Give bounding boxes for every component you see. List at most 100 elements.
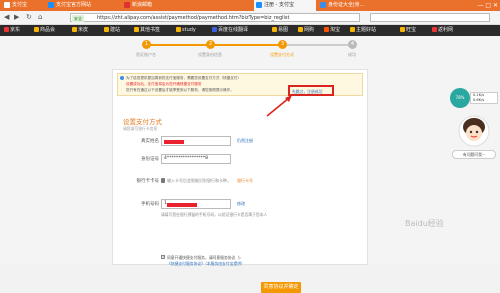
bookmark-item[interactable]: 京东 — [4, 25, 20, 36]
speed-badge: 0.1K/s 0.6K/s — [470, 92, 498, 104]
bookmark-icon — [134, 27, 139, 32]
bookmark-icon — [72, 27, 77, 32]
step-label: 成功 — [348, 52, 356, 57]
bookmark-label: 网购 — [304, 27, 315, 33]
bookmark-icon — [4, 27, 9, 32]
browser-tab-bar: 支付宝 支付宝官方网站 新浪邮箱 注册 - 支付宝 身份证大全|身… — □ ✕ — [0, 0, 500, 11]
step-label: 设置身份信息 — [198, 52, 222, 57]
refresh-icon[interactable]: ↻ — [26, 13, 32, 22]
id-label: 身份证号 — [141, 157, 159, 162]
agree-checkbox[interactable]: ✓ — [161, 255, 165, 259]
bookmark-item[interactable]: 米皮 — [72, 25, 88, 36]
network-widget[interactable]: 78% 0.1K/s 0.6K/s — [450, 88, 498, 108]
bookmark-label: 旺宝 — [406, 27, 417, 33]
bookmark-label: 返利网 — [438, 27, 454, 33]
bookmark-item[interactable]: 返利网 — [432, 25, 453, 36]
card-hint-link[interactable]: 银行卡号 — [237, 178, 253, 184]
search-input[interactable] — [370, 13, 490, 22]
name-label: 真实姓名 — [141, 139, 159, 144]
phone-label: 手机号码 — [141, 202, 159, 207]
redaction-mark — [167, 203, 197, 207]
step-dot: 1 — [142, 40, 151, 49]
bookmark-label: 其他书签 — [140, 27, 161, 33]
phone-hint-link[interactable]: 修改 — [237, 201, 245, 207]
bookmark-item[interactable]: 其他书签 — [134, 25, 160, 36]
bookmark-icon — [324, 27, 329, 32]
step-dot: 2 — [206, 40, 215, 49]
tab-register-alipay[interactable]: 注册 - 支付宝 — [254, 0, 316, 11]
arrow-annotation — [266, 95, 292, 117]
bookmark-label: 京东 — [10, 27, 21, 33]
info-icon — [120, 76, 124, 80]
bookmark-label: 淘宝 — [330, 27, 341, 33]
bookmark-icon — [272, 27, 277, 32]
tab-alipay-official[interactable]: 支付宝官方网站 — [46, 0, 118, 11]
mascot-avatar[interactable] — [458, 115, 490, 147]
bookmark-item[interactable]: 易图 — [272, 25, 288, 36]
bookmark-label: 米皮 — [78, 27, 89, 33]
tab-label: 注册 - 支付宝 — [264, 2, 294, 8]
help-button[interactable]: 有问题问我~ — [452, 150, 496, 159]
submit-button[interactable]: 同意协议并确定 — [261, 282, 301, 293]
agreement-link[interactable]: 《快捷支付服务协议》（本服务由支付宝提供） — [167, 261, 245, 267]
bookmark-label: 易图 — [278, 27, 289, 33]
bookmark-item[interactable]: 网购 — [298, 25, 314, 36]
alipay-icon — [4, 1, 10, 8]
alipay-icon — [256, 1, 262, 8]
phone-sub-text: 请填写您在银行预留的手机号码，以验证银行卡是否属于您本人 — [161, 212, 268, 217]
notice-line: 为了给您提供更加周到的支付宝服务，需要您设置支付方式（快捷支付） — [126, 76, 241, 80]
tab-label: 支付宝 — [12, 2, 28, 8]
url-input[interactable]: 安全 https://zht.alipay.com/assist/paymeth… — [70, 13, 360, 22]
bookmark-icon — [34, 27, 39, 32]
mascot-icon — [458, 115, 490, 147]
redaction-mark — [164, 140, 184, 144]
step-label: 设置支付方式 — [270, 52, 294, 57]
tab-alipay[interactable]: 支付宝 — [2, 0, 44, 11]
bookmark-item[interactable]: study — [176, 25, 196, 36]
bookmark-label: 主题好站 — [356, 27, 377, 33]
phone-field[interactable]: 1 — [161, 199, 231, 209]
bookmark-item[interactable]: 建站 — [104, 25, 120, 36]
bookmark-label: 百度在线翻译 — [218, 27, 249, 33]
form-title: 设置支付方式 — [123, 118, 162, 126]
bookmark-item[interactable]: 百度在线翻译 — [212, 25, 248, 36]
forward-icon[interactable]: ▶ — [14, 13, 19, 22]
window-controls[interactable]: — □ ✕ — [477, 0, 498, 11]
form-subtitle: 请您填写银行卡信息 — [123, 126, 158, 131]
alipay-icon — [48, 1, 54, 8]
bookmark-item[interactable]: 旺宝 — [400, 25, 416, 36]
id-number-field[interactable]: 4*****************8 — [161, 154, 231, 164]
watermark: Baidu经验 — [405, 219, 444, 228]
bookmark-icon — [432, 27, 437, 32]
card-sub-text: 输入卡号后会智能识别银行和卡种。 — [167, 178, 231, 183]
bookmark-item[interactable]: 淘宝 — [324, 25, 340, 36]
tab-sina-mail[interactable]: 新浪邮箱 — [122, 0, 180, 11]
phone-row: 手机号码 1 修改 — [113, 199, 369, 211]
url-text: https://zht.alipay.com/assist/paymethod/… — [97, 15, 290, 21]
card-row: 银行卡卡号 输入卡号后会智能识别银行和卡种。 银行卡号 — [113, 176, 369, 188]
back-icon[interactable]: ◀ — [4, 13, 9, 22]
home-icon[interactable]: ⌂ — [38, 13, 42, 22]
bookmark-item[interactable]: 主题好站 — [350, 25, 376, 36]
skip-link[interactable]: 先跳过，注册成功 — [292, 89, 322, 95]
name-field[interactable] — [161, 136, 231, 146]
name-hint-link[interactable]: 仍然注册 — [237, 138, 253, 144]
bookmark-icon — [176, 27, 181, 32]
secure-badge: 安全 — [72, 15, 84, 22]
name-row: 真实姓名 仍然注册 — [113, 136, 369, 148]
bookmark-icon — [350, 27, 355, 32]
bookmark-label: 建站 — [110, 27, 121, 33]
site-icon — [320, 1, 326, 8]
step-progress — [150, 44, 282, 46]
address-bar: ◀ ▶ ↻ ⌂ 安全 https://zht.alipay.com/assist… — [0, 11, 500, 25]
bookmarks-bar: 京东 商品会 米皮 建站 其他书签 study 百度在线翻译 易图 网购 淘宝 … — [0, 25, 500, 36]
sina-icon — [124, 1, 130, 8]
card-label: 银行卡卡号 — [136, 179, 160, 184]
progress-steps: 1 2 3 4 验证账户名 设置身份信息 设置支付方式 成功 — [0, 36, 500, 66]
bookmark-item[interactable]: 商品会 — [34, 25, 55, 36]
tab-id-card[interactable]: 身份证大全|身… — [318, 0, 382, 11]
lock-icon — [161, 178, 165, 183]
bookmark-icon — [400, 27, 405, 32]
notice-line: 设置成功后，支付宝将会为您开通快捷支付服务 — [126, 82, 202, 86]
step-dot: 4 — [348, 40, 357, 49]
